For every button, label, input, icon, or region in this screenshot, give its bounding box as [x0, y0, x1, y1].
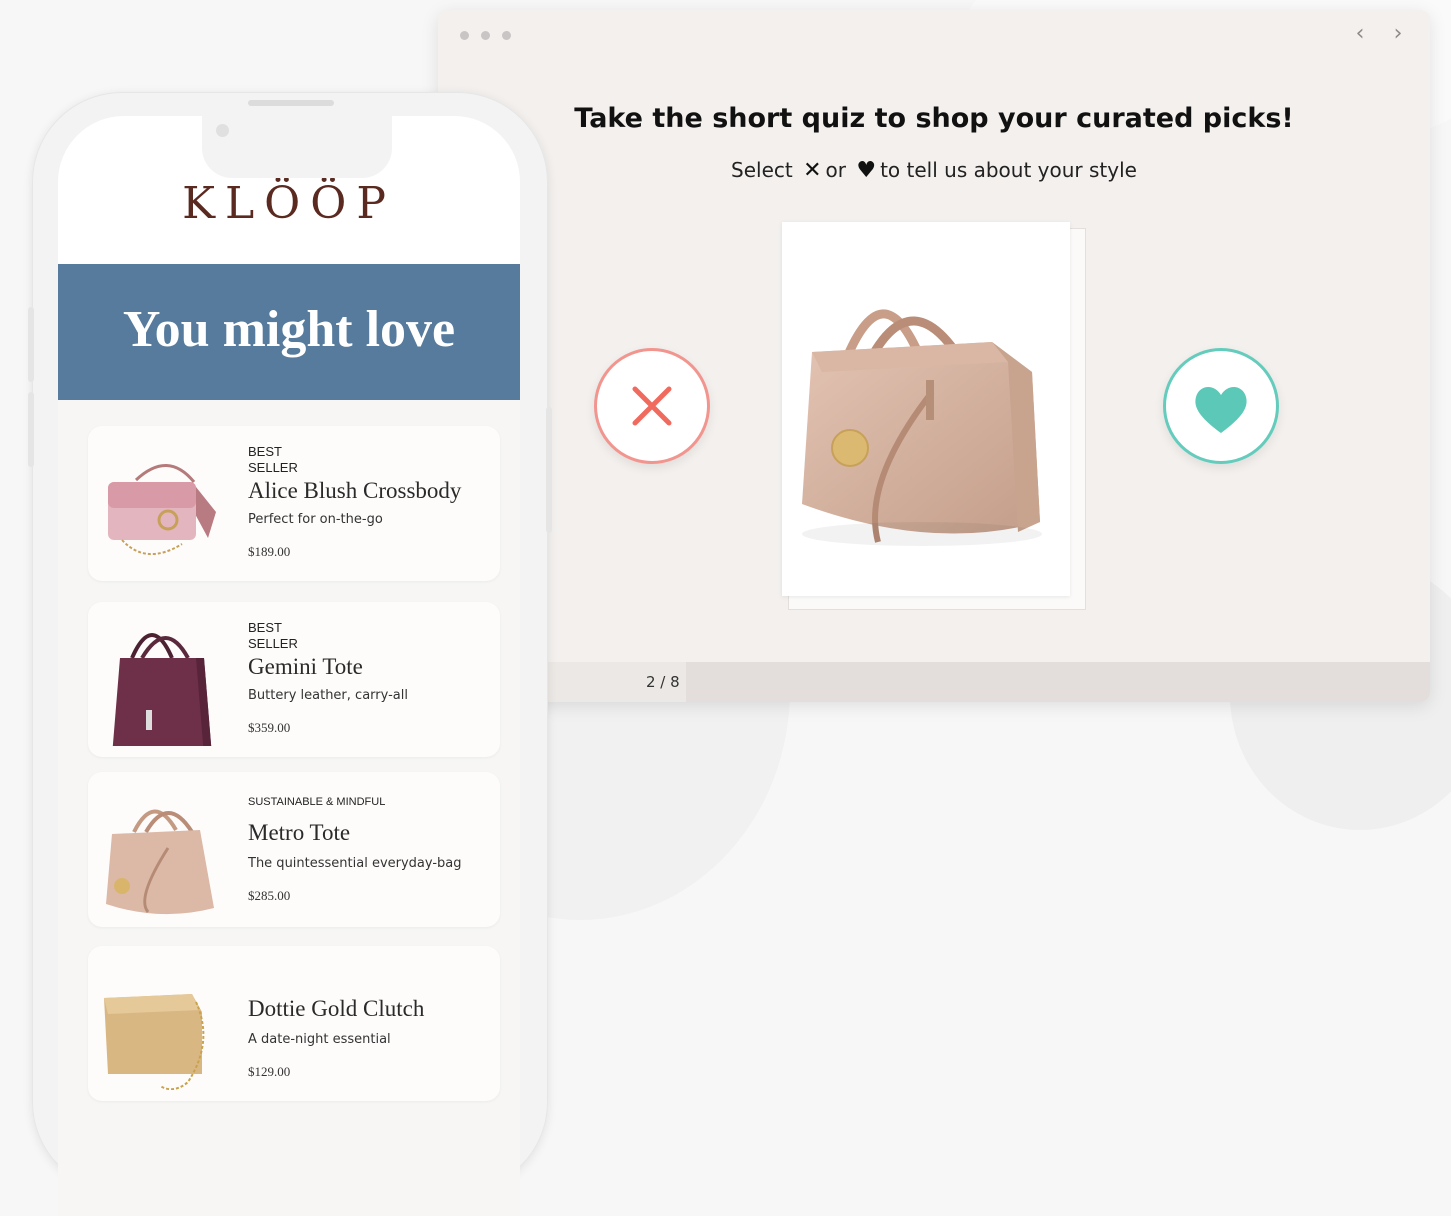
product-card-dottie[interactable]: Dottie Gold Clutch A date-night essentia… — [88, 946, 500, 1101]
product-image — [108, 464, 216, 556]
phone-camera — [216, 124, 229, 137]
phone-side-button — [28, 392, 34, 467]
back-arrow-icon[interactable]: ‹ — [1350, 22, 1370, 46]
phone-side-button — [28, 307, 34, 382]
quiz-subtitle: Select ✕ or ♥ to tell us about your style — [438, 158, 1430, 183]
product-name[interactable]: Metro Tote — [248, 820, 350, 846]
product-desc: A date-night essential — [248, 1032, 391, 1047]
banner-title: You might love — [122, 301, 456, 358]
window-dot[interactable] — [460, 31, 469, 40]
window-controls — [460, 31, 511, 40]
product-price: $129.00 — [248, 1064, 291, 1079]
product-badge: SUSTAINABLE & MINDFUL — [248, 796, 386, 808]
product-card-alice[interactable]: BEST SELLER Alice Blush Crossbody Perfec… — [88, 426, 500, 581]
phone-mockup: KLÖÖP You might love BEST SELLER Alice B… — [28, 92, 552, 1216]
close-icon — [632, 386, 672, 426]
product-desc: The quintessential everyday-bag — [248, 856, 462, 871]
forward-arrow-icon[interactable]: › — [1388, 22, 1408, 46]
brand-logo[interactable]: KLÖÖP — [58, 178, 520, 229]
browser-nav: ‹ › — [1350, 22, 1408, 46]
phone-screen: KLÖÖP You might love BEST SELLER Alice B… — [58, 116, 520, 1216]
product-desc: Perfect for on-the-go — [248, 512, 383, 527]
product-desc: Buttery leather, carry-all — [248, 688, 408, 703]
promo-banner: You might love — [58, 264, 520, 400]
progress-label: 2 / 8 — [646, 673, 680, 691]
subtitle-or: or — [825, 158, 846, 182]
phone-notch — [202, 116, 392, 178]
product-name[interactable]: Dottie Gold Clutch — [248, 996, 424, 1022]
product-badge: BEST SELLER — [248, 444, 298, 475]
product-badge: BEST SELLER — [248, 620, 298, 651]
phone-speaker — [248, 100, 334, 106]
product-price: $285.00 — [248, 888, 291, 903]
product-card-metro[interactable]: SUSTAINABLE & MINDFUL Metro Tote The qui… — [88, 772, 500, 927]
reject-button[interactable] — [594, 348, 710, 464]
quiz-product-card[interactable] — [782, 222, 1070, 596]
window-dot[interactable] — [502, 31, 511, 40]
subtitle-select: Select — [731, 158, 793, 182]
product-price: $189.00 — [248, 544, 291, 559]
product-name[interactable]: Gemini Tote — [248, 654, 363, 680]
quiz-browser-window: ‹ › Take the short quiz to shop your cur… — [438, 10, 1430, 702]
product-image — [106, 809, 214, 915]
metro-tote-image — [802, 309, 1042, 546]
heart-icon — [1195, 386, 1247, 433]
window-dot[interactable] — [481, 31, 490, 40]
product-card-gemini[interactable]: BEST SELLER Gemini Tote Buttery leather,… — [88, 602, 500, 757]
quiz-progress-bar: 2 / 8 — [438, 662, 1430, 702]
love-button[interactable] — [1163, 348, 1279, 464]
product-image — [112, 633, 212, 746]
product-price: $359.00 — [248, 720, 291, 735]
quiz-title: Take the short quiz to shop your curated… — [574, 103, 1294, 134]
heart-icon: ♥ — [856, 158, 877, 183]
product-image — [104, 994, 205, 1090]
subtitle-rest: to tell us about your style — [880, 158, 1137, 182]
phone-side-button — [546, 407, 552, 533]
product-name[interactable]: Alice Blush Crossbody — [248, 478, 461, 504]
close-icon: ✕ — [803, 158, 822, 183]
